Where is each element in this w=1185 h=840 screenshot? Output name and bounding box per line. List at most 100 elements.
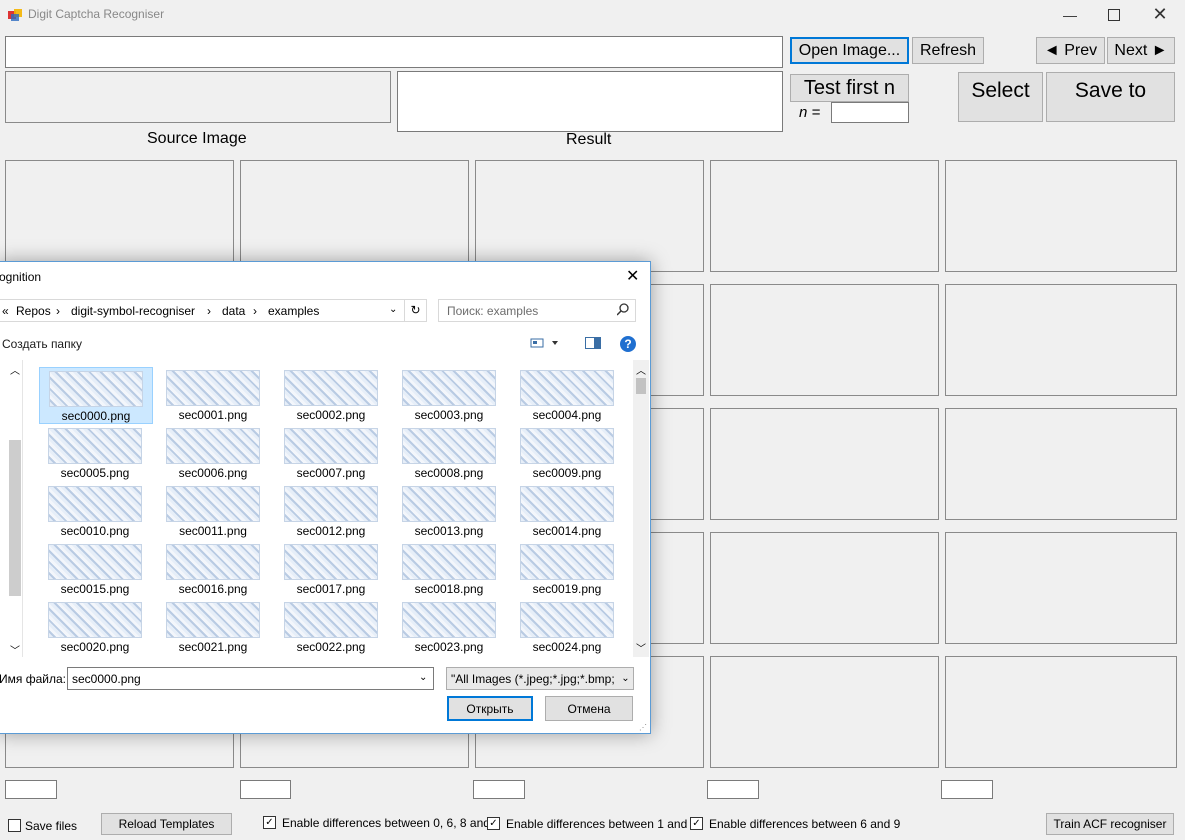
- address-bar[interactable]: « Repos › digit-symbol-recogniser › data…: [0, 299, 427, 322]
- train-acf-button[interactable]: Train ACF recogniser: [1046, 813, 1174, 835]
- n-label: n =: [799, 104, 821, 121]
- history-dropdown-icon[interactable]: ⌄: [389, 304, 397, 315]
- test-first-n-button[interactable]: Test first n: [790, 74, 909, 102]
- breadcrumb-examples[interactable]: examples: [268, 304, 319, 318]
- file-item[interactable]: sec0001.png: [157, 367, 269, 422]
- file-item[interactable]: sec0006.png: [157, 425, 269, 480]
- file-name: sec0019.png: [532, 582, 602, 596]
- file-name: sec0022.png: [296, 640, 366, 654]
- column-textbox-5[interactable]: [941, 780, 993, 799]
- save-files-checkbox[interactable]: [8, 819, 21, 832]
- digit-panel: [945, 532, 1177, 644]
- navigation-pane[interactable]: ︿ ﹀: [0, 360, 23, 657]
- captcha-thumbnail-icon: [520, 370, 614, 406]
- search-icon: [616, 303, 629, 320]
- file-item[interactable]: sec0002.png: [275, 367, 387, 422]
- file-name: sec0002.png: [296, 408, 366, 422]
- help-icon[interactable]: ?: [620, 336, 636, 352]
- enable-69-checkbox[interactable]: ✓: [690, 817, 703, 830]
- file-item[interactable]: sec0004.png: [511, 367, 623, 422]
- nav-scroll-down-icon[interactable]: ﹀: [10, 642, 20, 657]
- file-item[interactable]: sec0022.png: [275, 599, 387, 654]
- next-button[interactable]: Next ►: [1107, 37, 1175, 64]
- column-textbox-3[interactable]: [473, 780, 525, 799]
- filename-input[interactable]: sec0000.png ⌄: [67, 667, 434, 690]
- file-item[interactable]: sec0020.png: [39, 599, 151, 654]
- file-list[interactable]: sec0000.png sec0001.png sec0002.png sec0003…: [27, 360, 629, 657]
- view-options-icon[interactable]: [530, 337, 560, 352]
- reload-templates-button[interactable]: Reload Templates: [101, 813, 232, 835]
- refresh-icon[interactable]: ↻: [404, 300, 426, 321]
- filename-label: Имя файла:: [0, 672, 66, 686]
- path-textbox[interactable]: [5, 36, 783, 68]
- breadcrumb-data[interactable]: data: [222, 304, 245, 318]
- file-item[interactable]: sec0003.png: [393, 367, 505, 422]
- scroll-down-icon[interactable]: ﹀: [636, 640, 646, 655]
- file-item[interactable]: sec0009.png: [511, 425, 623, 480]
- column-textbox-1[interactable]: [5, 780, 57, 799]
- open-button[interactable]: Открыть: [447, 696, 533, 721]
- digit-panel: [710, 532, 939, 644]
- digit-panel: [945, 408, 1177, 520]
- file-item[interactable]: sec0023.png: [393, 599, 505, 654]
- captcha-thumbnail-icon: [48, 544, 142, 580]
- breadcrumb-project[interactable]: digit-symbol-recogniser: [71, 304, 195, 318]
- file-name: sec0020.png: [60, 640, 130, 654]
- captcha-thumbnail-icon: [166, 428, 260, 464]
- search-box[interactable]: Поиск: examples: [438, 299, 636, 322]
- file-item[interactable]: sec0016.png: [157, 541, 269, 596]
- file-item[interactable]: sec0017.png: [275, 541, 387, 596]
- file-item[interactable]: sec0021.png: [157, 599, 269, 654]
- file-item[interactable]: sec0011.png: [157, 483, 269, 538]
- new-folder-button[interactable]: Создать папку: [2, 337, 82, 351]
- file-name: sec0023.png: [414, 640, 484, 654]
- captcha-thumbnail-icon: [284, 544, 378, 580]
- file-item[interactable]: sec0000.png: [39, 367, 153, 424]
- preview-pane-icon[interactable]: [585, 337, 601, 352]
- open-image-button[interactable]: Open Image...: [790, 37, 909, 64]
- captcha-thumbnail-icon: [520, 486, 614, 522]
- file-name: sec0013.png: [414, 524, 484, 538]
- file-item[interactable]: sec0007.png: [275, 425, 387, 480]
- open-file-dialog: ognition ✕ « Repos › digit-symbol-recogn…: [0, 261, 651, 734]
- enable-0689-checkbox[interactable]: ✓: [263, 816, 276, 829]
- file-item[interactable]: sec0015.png: [39, 541, 151, 596]
- result-textbox[interactable]: [397, 71, 783, 132]
- filename-dropdown-icon[interactable]: ⌄: [419, 672, 427, 683]
- nav-scrollbar-thumb[interactable]: [9, 440, 21, 596]
- column-textbox-4[interactable]: [707, 780, 759, 799]
- file-item[interactable]: sec0019.png: [511, 541, 623, 596]
- file-item[interactable]: sec0012.png: [275, 483, 387, 538]
- file-item[interactable]: sec0010.png: [39, 483, 151, 538]
- resize-grip-icon[interactable]: ⋰: [639, 723, 649, 733]
- scroll-up-icon[interactable]: ︿: [636, 362, 646, 377]
- file-item[interactable]: sec0018.png: [393, 541, 505, 596]
- file-item[interactable]: sec0013.png: [393, 483, 505, 538]
- file-item[interactable]: sec0005.png: [39, 425, 151, 480]
- maximize-button[interactable]: [1091, 0, 1137, 29]
- file-item[interactable]: sec0014.png: [511, 483, 623, 538]
- captcha-thumbnail-icon: [284, 370, 378, 406]
- file-item[interactable]: sec0024.png: [511, 599, 623, 654]
- overflow-chevron-icon[interactable]: «: [2, 304, 9, 318]
- file-item[interactable]: sec0008.png: [393, 425, 505, 480]
- file-type-dropdown-icon[interactable]: ⌄: [617, 668, 633, 689]
- file-name: sec0018.png: [414, 582, 484, 596]
- n-input[interactable]: [831, 102, 909, 123]
- enable-17-checkbox[interactable]: ✓: [487, 817, 500, 830]
- prev-button[interactable]: ◄ Prev: [1036, 37, 1105, 64]
- breadcrumb-repos[interactable]: Repos: [16, 304, 51, 318]
- refresh-button[interactable]: Refresh: [912, 37, 984, 64]
- cancel-button[interactable]: Отмена: [545, 696, 633, 721]
- save-to-button[interactable]: Save to: [1046, 72, 1175, 122]
- scrollbar-thumb[interactable]: [636, 378, 646, 394]
- file-type-select[interactable]: "All Images (*.jpeg;*.jpg;*.bmp; ⌄: [446, 667, 634, 690]
- file-list-scrollbar[interactable]: ︿ ﹀: [633, 360, 649, 657]
- column-textbox-2[interactable]: [240, 780, 291, 799]
- minimize-button[interactable]: —: [1047, 0, 1093, 29]
- digit-panel: [710, 284, 939, 396]
- close-button[interactable]: ✕: [1137, 0, 1183, 29]
- select-button[interactable]: Select: [958, 72, 1043, 122]
- dialog-close-icon[interactable]: ✕: [626, 266, 639, 286]
- nav-scroll-up-icon[interactable]: ︿: [10, 362, 20, 377]
